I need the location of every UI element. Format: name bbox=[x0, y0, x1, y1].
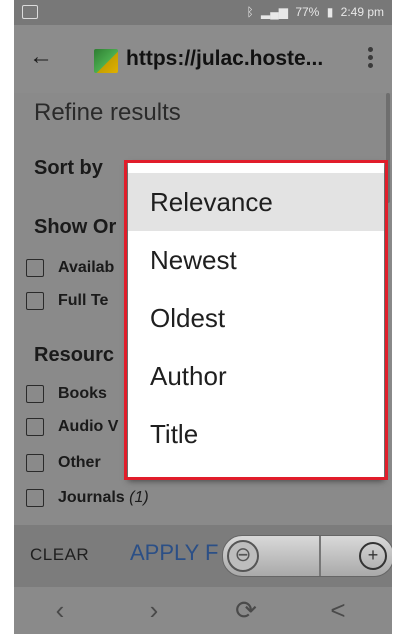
clock: 2:49 pm bbox=[340, 5, 384, 19]
overflow-menu-icon[interactable] bbox=[368, 47, 374, 71]
bluetooth-icon: ᛒ bbox=[246, 5, 254, 19]
checkbox[interactable] bbox=[26, 259, 44, 277]
browser-nav-bar: ‹ › ⟳ < bbox=[14, 587, 392, 634]
apply-filters-button[interactable]: APPLY F bbox=[130, 540, 218, 566]
phone-screen: ᛒ ▂▄▆ 77% ▮ 2:49 pm ← https://julac.host… bbox=[14, 0, 392, 634]
sort-option-label: Author bbox=[150, 361, 227, 391]
bottom-action-bar: CLEAR APPLY F ⊖ + bbox=[14, 525, 392, 587]
clear-button[interactable]: CLEAR bbox=[30, 545, 89, 565]
sort-dropdown-menu: Relevance Newest Oldest Author Title bbox=[128, 163, 384, 479]
sort-option-label: Oldest bbox=[150, 303, 226, 333]
filter-label: Availab bbox=[58, 259, 115, 277]
resource-count: (1) bbox=[129, 489, 149, 507]
resource-journals[interactable]: Journals (1) bbox=[26, 489, 149, 511]
show-only-heading: Show Or bbox=[34, 216, 117, 238]
image-icon bbox=[22, 5, 38, 19]
zoom-in-icon[interactable]: + bbox=[359, 542, 387, 570]
battery-percent: 77% bbox=[295, 5, 320, 19]
resource-other[interactable]: Other bbox=[26, 454, 101, 476]
status-icons: ᛒ ▂▄▆ 77% ▮ 2:49 pm bbox=[242, 5, 384, 19]
sort-option-label: Newest bbox=[150, 245, 237, 275]
zoom-out-icon[interactable]: ⊖ bbox=[227, 540, 259, 572]
checkbox[interactable] bbox=[26, 292, 44, 310]
sort-option-newest[interactable]: Newest bbox=[128, 231, 384, 289]
resource-label: Books bbox=[58, 385, 107, 403]
browser-toolbar: ← https://julac.hoste... bbox=[14, 25, 392, 93]
sort-option-title[interactable]: Title bbox=[128, 405, 384, 463]
resource-label: Other bbox=[58, 454, 101, 472]
filter-available[interactable]: Availab bbox=[26, 259, 114, 281]
resource-audio-video[interactable]: Audio V bbox=[26, 418, 118, 440]
refresh-icon[interactable]: ⟳ bbox=[232, 597, 260, 625]
share-icon[interactable]: < bbox=[324, 597, 352, 625]
resource-label: Audio V bbox=[58, 418, 119, 436]
sort-by-label: Sort by bbox=[34, 157, 103, 179]
signal-icon: ▂▄▆ bbox=[261, 5, 288, 19]
url-bar[interactable]: https://julac.hoste... bbox=[126, 47, 323, 71]
refine-title: Refine results bbox=[34, 99, 181, 126]
battery-icon: ▮ bbox=[326, 5, 334, 19]
resource-label: Journals bbox=[58, 489, 125, 507]
back-icon[interactable]: ‹ bbox=[46, 597, 74, 625]
sort-option-author[interactable]: Author bbox=[128, 347, 384, 405]
sort-option-oldest[interactable]: Oldest bbox=[128, 289, 384, 347]
sort-option-relevance[interactable]: Relevance bbox=[128, 173, 384, 231]
back-arrow-icon[interactable]: ← bbox=[28, 44, 54, 70]
resource-books[interactable]: Books bbox=[26, 385, 107, 407]
zoom-control[interactable]: ⊖ + bbox=[222, 535, 392, 577]
filter-full-text[interactable]: Full Te bbox=[26, 292, 108, 314]
forward-icon[interactable]: › bbox=[140, 597, 168, 625]
status-bar: ᛒ ▂▄▆ 77% ▮ 2:49 pm bbox=[14, 0, 392, 25]
checkbox[interactable] bbox=[26, 418, 44, 436]
zoom-divider bbox=[319, 536, 321, 576]
resource-type-heading: Resourc bbox=[34, 344, 115, 366]
sort-option-label: Relevance bbox=[150, 187, 273, 217]
checkbox[interactable] bbox=[26, 454, 44, 472]
sort-option-label: Title bbox=[150, 419, 199, 449]
checkbox[interactable] bbox=[26, 489, 44, 507]
filter-label: Full Te bbox=[58, 292, 109, 310]
scrollbar[interactable] bbox=[386, 93, 390, 203]
checkbox[interactable] bbox=[26, 385, 44, 403]
site-favicon-icon bbox=[94, 49, 118, 73]
